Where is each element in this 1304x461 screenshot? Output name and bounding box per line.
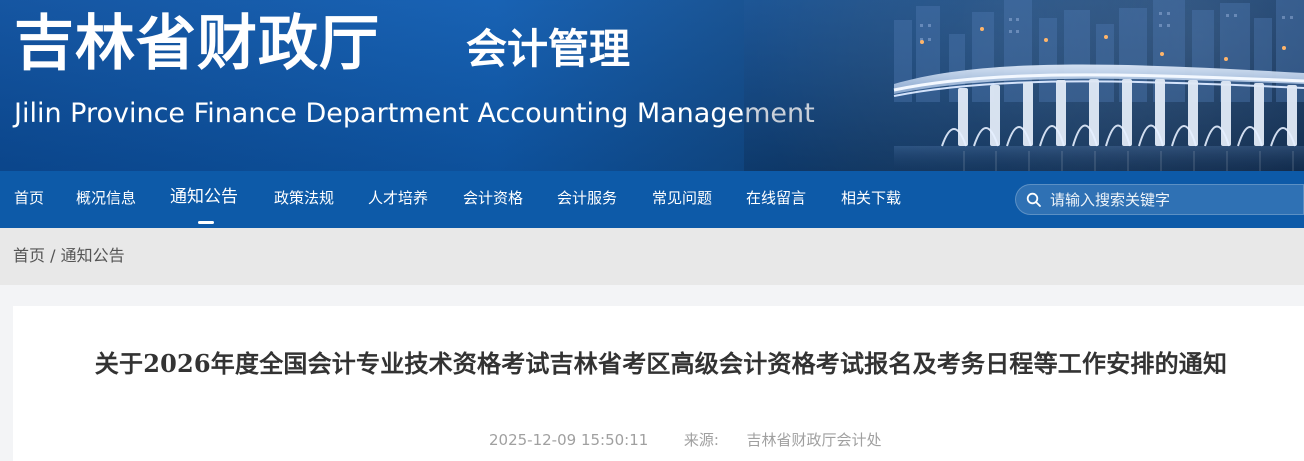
content-area: 关于2026年度全国会计专业技术资格考试吉林省考区高级会计资格考试报名及考务日程… [0, 285, 1304, 461]
nav-online-message[interactable]: 在线留言 [746, 188, 806, 208]
breadcrumb-current[interactable]: 通知公告 [61, 246, 125, 265]
article-card: 关于2026年度全国会计专业技术资格考试吉林省考区高级会计资格考试报名及考务日程… [13, 306, 1304, 461]
nav-faq[interactable]: 常见问题 [652, 188, 712, 208]
article-meta: 2025-12-09 15:50:11 来源: 吉林省财政厅会计处 [489, 430, 882, 450]
source-name: 吉林省财政厅会计处 [746, 431, 882, 449]
site-title-en: Jilin Province Finance Department Accoun… [14, 98, 815, 129]
main-navigation: 首页 概况信息 通知公告 政策法规 人才培养 会计资格 会计服务 常见问题 在线… [0, 171, 1304, 228]
publish-date: 2025-12-09 15:50:11 [489, 431, 649, 449]
nav-accounting-qualification[interactable]: 会计资格 [463, 188, 523, 208]
nav-overview[interactable]: 概况信息 [76, 188, 136, 208]
search-icon[interactable] [1026, 192, 1042, 208]
site-title-zh: 吉林省财政厅 [14, 9, 380, 79]
article-title: 关于2026年度全国会计专业技术资格考试吉林省考区高级会计资格考试报名及考务日程… [94, 349, 1228, 378]
header-cityscape [744, 0, 1304, 171]
breadcrumb-bar: 首页 / 通知公告 [0, 228, 1304, 285]
search-box [1015, 184, 1304, 215]
breadcrumb-home[interactable]: 首页 [13, 246, 45, 265]
site-subtitle-zh: 会计管理 [466, 25, 630, 73]
breadcrumb-separator: / [50, 246, 56, 265]
nav-accounting-services[interactable]: 会计服务 [557, 188, 617, 208]
nav-downloads[interactable]: 相关下载 [841, 188, 901, 208]
nav-home[interactable]: 首页 [14, 188, 44, 208]
active-nav-indicator [198, 221, 214, 224]
nav-notices[interactable]: 通知公告 [170, 187, 238, 207]
search-input[interactable] [1050, 189, 1295, 210]
nav-talent-training[interactable]: 人才培养 [368, 188, 428, 208]
breadcrumb: 首页 / 通知公告 [13, 246, 125, 266]
site-header-banner: 吉林省财政厅 会计管理 Jilin Province Finance Depar… [0, 0, 1304, 171]
nav-policies[interactable]: 政策法规 [274, 188, 334, 208]
source-label: 来源: [683, 431, 719, 449]
